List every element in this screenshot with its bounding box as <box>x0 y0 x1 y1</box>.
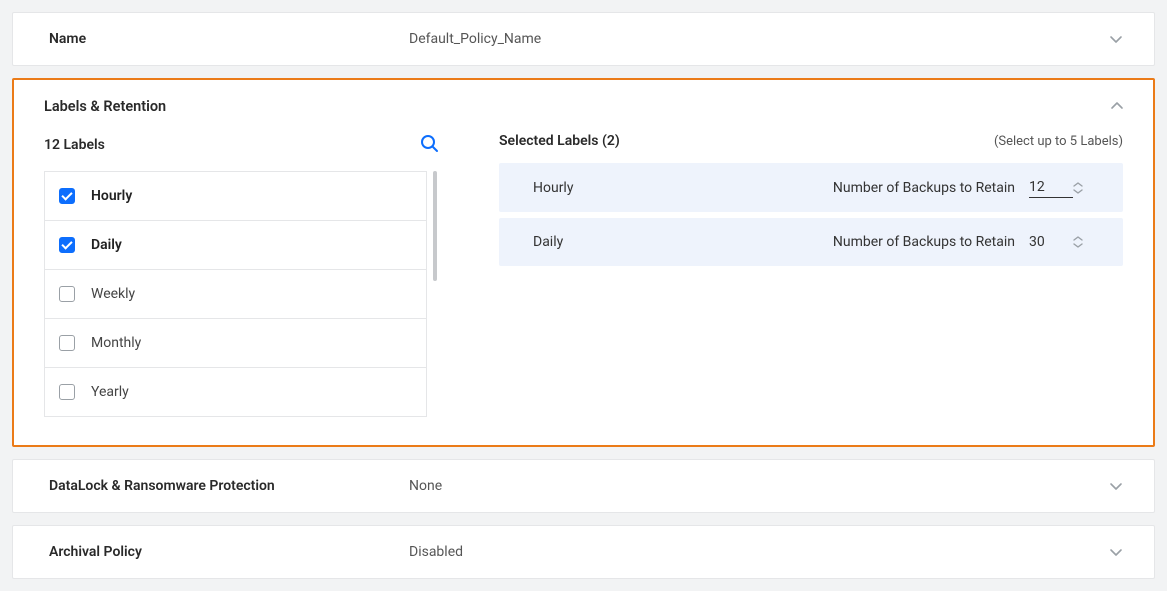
chevron-down-icon[interactable] <box>1108 31 1124 47</box>
stepper-arrows[interactable] <box>1073 181 1083 195</box>
labels-limit-hint: (Select up to 5 Labels) <box>994 134 1123 149</box>
archival-panel: Archival Policy Disabled <box>12 525 1155 579</box>
chevron-down-icon[interactable] <box>1108 478 1124 494</box>
checkbox-hourly[interactable] <box>59 188 75 204</box>
stepper-arrows[interactable] <box>1073 235 1083 249</box>
label-text: Daily <box>91 237 122 253</box>
datalock-panel: DataLock & Ransomware Protection None <box>12 459 1155 513</box>
retain-label: Number of Backups to Retain <box>833 180 1015 196</box>
selected-labels-header: Selected Labels (2) (Select up to 5 Labe… <box>499 133 1123 149</box>
labels-retention-title-text: Labels & Retention <box>44 98 166 115</box>
archival-value: Disabled <box>409 544 1118 560</box>
label-text: Yearly <box>91 384 129 400</box>
available-labels-header: 12 Labels <box>44 133 439 157</box>
label-item-weekly[interactable]: Weekly <box>45 270 426 319</box>
selected-row-hourly: Hourly Number of Backups to Retain 12 <box>499 163 1123 212</box>
name-row[interactable]: Name Default_Policy_Name <box>13 13 1154 65</box>
checkbox-yearly[interactable] <box>59 384 75 400</box>
checkbox-monthly[interactable] <box>59 335 75 351</box>
chevron-down-icon[interactable] <box>1108 544 1124 560</box>
retain-stepper-daily[interactable]: 30 <box>1029 232 1095 252</box>
chevron-up-icon[interactable] <box>1109 98 1125 118</box>
label-item-hourly[interactable]: Hourly <box>45 172 426 221</box>
checkbox-daily[interactable] <box>59 237 75 253</box>
name-value: Default_Policy_Name <box>409 31 1118 47</box>
label-text: Hourly <box>91 188 132 204</box>
labels-scrollbar[interactable] <box>433 171 439 417</box>
datalock-row[interactable]: DataLock & Ransomware Protection None <box>13 460 1154 512</box>
label-text: Weekly <box>91 286 135 302</box>
selected-row-daily: Daily Number of Backups to Retain 30 <box>499 218 1123 266</box>
datalock-label: DataLock & Ransomware Protection <box>49 478 409 494</box>
checkbox-weekly[interactable] <box>59 286 75 302</box>
selected-labels-column: Selected Labels (2) (Select up to 5 Labe… <box>499 133 1123 417</box>
archival-row[interactable]: Archival Policy Disabled <box>13 526 1154 578</box>
retain-stepper-hourly[interactable]: 12 <box>1029 177 1095 198</box>
labels-list: Hourly Daily Weekly Monthly <box>44 171 427 417</box>
label-item-daily[interactable]: Daily <box>45 221 426 270</box>
search-icon[interactable] <box>419 133 439 157</box>
retain-value[interactable]: 30 <box>1029 232 1073 252</box>
available-labels-column: 12 Labels Hourly Daily <box>44 133 439 417</box>
selected-labels-title: Selected Labels (2) <box>499 133 620 149</box>
labels-retention-title: Labels & Retention <box>44 98 1123 115</box>
label-item-yearly[interactable]: Yearly <box>45 368 426 417</box>
scrollbar-thumb[interactable] <box>433 171 437 281</box>
selected-label-name: Daily <box>533 234 833 250</box>
datalock-value: None <box>409 478 1118 494</box>
labels-body: 12 Labels Hourly Daily <box>44 133 1123 417</box>
labels-list-wrap: Hourly Daily Weekly Monthly <box>44 171 439 417</box>
selected-label-name: Hourly <box>533 180 833 196</box>
labels-retention-panel: Labels & Retention 12 Labels Hourly <box>12 78 1155 447</box>
labels-count: 12 Labels <box>44 137 105 153</box>
label-text: Monthly <box>91 335 141 351</box>
retain-label: Number of Backups to Retain <box>833 234 1015 250</box>
archival-label: Archival Policy <box>49 544 409 560</box>
retain-value[interactable]: 12 <box>1029 177 1073 198</box>
name-label: Name <box>49 31 409 47</box>
label-item-monthly[interactable]: Monthly <box>45 319 426 368</box>
name-panel: Name Default_Policy_Name <box>12 12 1155 66</box>
